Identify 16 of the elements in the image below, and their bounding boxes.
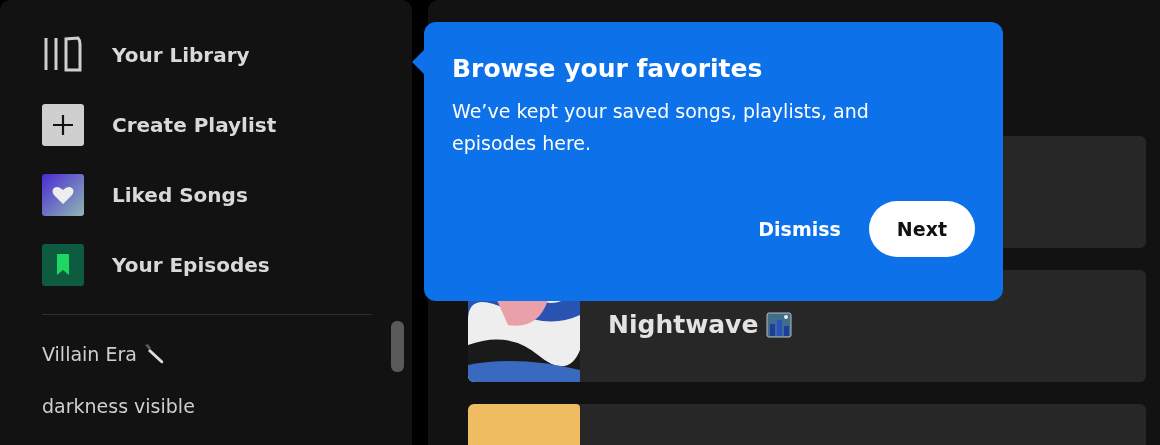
nav-link[interactable]: Liked Songs <box>112 183 248 207</box>
dismiss-button[interactable]: Dismiss <box>758 218 841 240</box>
plus-icon[interactable] <box>42 104 84 146</box>
playlist-title: Nightwave <box>608 310 759 339</box>
nav-link[interactable]: Create Playlist <box>112 113 277 137</box>
next-button[interactable]: Next <box>868 201 975 257</box>
scrollbar-thumb[interactable] <box>391 321 404 372</box>
nav-link[interactable]: Your Library <box>112 43 250 67</box>
playlist-link[interactable]: Villain Era <box>42 343 137 365</box>
night-city-icon <box>766 312 793 338</box>
popover-text: We’ve kept your saved songs, playlists, and episodes here. <box>452 99 870 156</box>
bookmark-icon[interactable] <box>42 244 84 286</box>
popover-title: Browse your favorites <box>452 54 764 83</box>
playlist-link[interactable]: darkness visible <box>42 395 195 417</box>
nav-link[interactable]: Your Episodes <box>112 253 270 277</box>
knife-icon <box>142 343 165 365</box>
